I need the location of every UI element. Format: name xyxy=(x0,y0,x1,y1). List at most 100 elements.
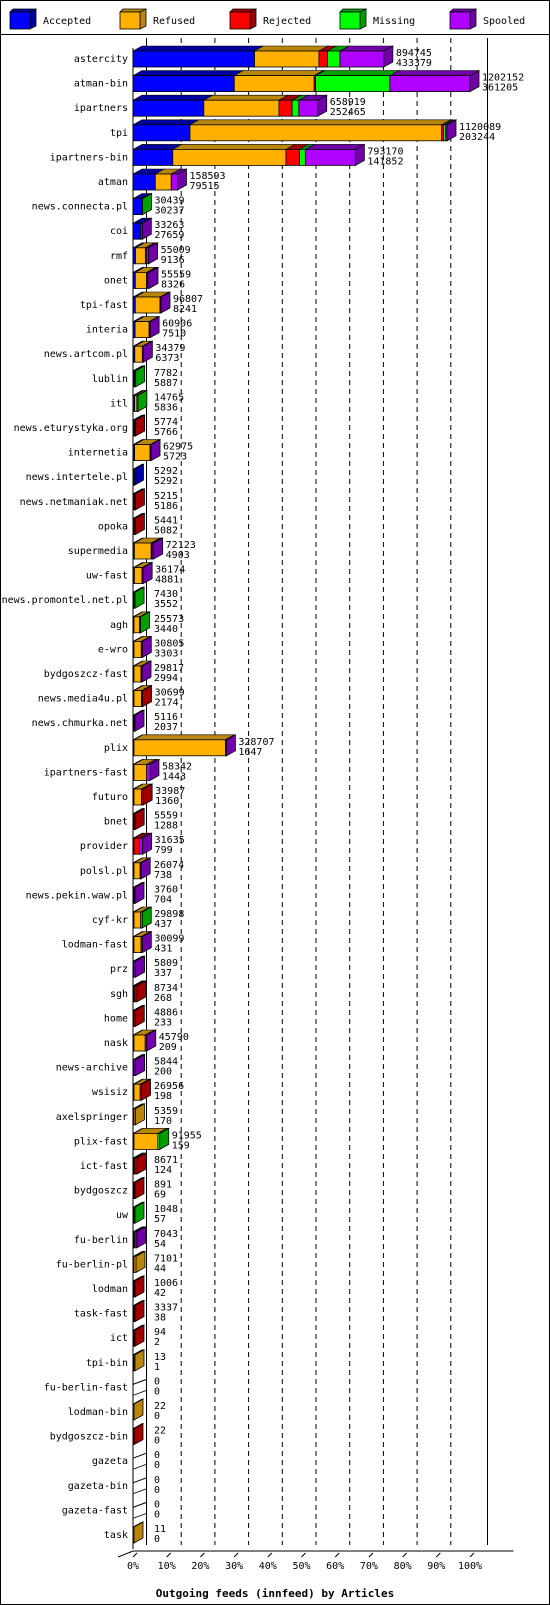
bar-segment-refused xyxy=(134,345,143,363)
category-label: news.promontel.net.pl xyxy=(2,595,128,606)
bar-group: ict942 xyxy=(110,1324,166,1348)
bar-segment-top xyxy=(131,70,245,76)
value-accepted: 42 xyxy=(154,1288,166,1299)
bar-segment-refused xyxy=(133,665,142,683)
value-accepted: 4881 xyxy=(155,575,179,586)
x-axis-corner xyxy=(117,1550,134,1558)
bar-group: news-archive5844200 xyxy=(56,1053,178,1078)
x-tick-label: 90% xyxy=(427,1561,445,1572)
value-accepted: 200 xyxy=(154,1067,172,1078)
bar-segment-top xyxy=(233,70,325,76)
value-accepted: 431 xyxy=(154,944,172,955)
bar-segment-refused xyxy=(133,1034,146,1052)
x-tick xyxy=(469,1552,475,1558)
value-accepted: 2037 xyxy=(154,722,178,733)
value-accepted: 0 xyxy=(154,1436,160,1447)
bar-group: lublin77825887 xyxy=(92,365,178,389)
category-label: news-archive xyxy=(56,1063,128,1074)
bar-segment-top xyxy=(188,119,452,126)
value-accepted: 5766 xyxy=(154,427,178,438)
value-accepted: 8326 xyxy=(161,279,185,290)
bar-segment-top xyxy=(304,144,366,150)
legend-label: Spooled xyxy=(483,16,525,27)
value-accepted: 198 xyxy=(154,1091,172,1102)
x-axis: 0% 10% 20% 30% 40% 50% 60% 70% 80% 90% 100% xyxy=(117,1550,514,1572)
x-tick-label: 10% xyxy=(158,1561,176,1572)
bar-segment-top xyxy=(131,94,214,101)
bar-segment-top xyxy=(253,45,330,52)
legend-label: Accepted xyxy=(43,16,91,27)
bar-segment-refused xyxy=(134,321,150,339)
category-label: wsisiz xyxy=(92,1087,128,1098)
bar-segment-accepted xyxy=(132,75,235,92)
bar-group: gazeta00 xyxy=(92,1450,160,1471)
value-accepted: 0 xyxy=(154,1386,160,1397)
category-label: news.intertele.pl xyxy=(26,472,128,483)
value-accepted: 27659 xyxy=(154,230,184,241)
category-label: e-wro xyxy=(98,644,128,655)
category-label: bydgoszcz-fast xyxy=(44,669,128,680)
bar-group: atman-bin1202152361205 xyxy=(74,69,524,94)
value-accepted: 0 xyxy=(154,1534,160,1545)
x-tick-label: 0% xyxy=(127,1561,139,1572)
grid xyxy=(132,38,488,1549)
bar-segment-rejected xyxy=(318,50,328,68)
value-accepted: 57 xyxy=(154,1214,166,1225)
bars: astercity894745433379atman-bin1202152361… xyxy=(2,45,524,1545)
bar-group: plix-fast91955159 xyxy=(74,1127,202,1151)
category-label: task-fast xyxy=(74,1309,128,1320)
bar-group: tpi-fast968078241 xyxy=(80,291,203,315)
value-accepted: 203244 xyxy=(459,132,495,143)
category-label: nask xyxy=(104,1038,128,1049)
value-accepted: 1443 xyxy=(162,771,186,782)
bar-group: interia609067510 xyxy=(86,315,192,340)
bar-group: ict-fast8671124 xyxy=(80,1152,178,1176)
bar-segment-missing xyxy=(315,75,391,92)
category-label: news.netmaniak.net xyxy=(20,497,128,508)
value-accepted: 5292 xyxy=(154,476,178,487)
value-accepted: 233 xyxy=(154,1017,172,1028)
bar-segment-spooled xyxy=(304,148,356,166)
bar-segment-refused xyxy=(133,911,142,929)
bar-segment-top xyxy=(131,119,201,126)
bar-group: axelspringer5359170 xyxy=(56,1103,178,1127)
bar-segment-missing xyxy=(326,50,341,68)
category-label: lodman-bin xyxy=(68,1407,128,1418)
category-label: sgh xyxy=(110,989,128,1000)
x-tick-label: 50% xyxy=(292,1561,310,1572)
value-accepted: 2 xyxy=(154,1337,160,1348)
bar-group: ipartners-fast583421443 xyxy=(44,758,192,782)
value-accepted: 5836 xyxy=(154,402,178,413)
legend-item-refused: Refused xyxy=(119,8,195,30)
category-label: ict-fast xyxy=(80,1161,128,1172)
category-label: onet xyxy=(104,275,128,286)
bar-group: news.chmurka.net51162037 xyxy=(32,709,178,733)
bar-segment-accepted xyxy=(132,198,142,216)
bar-group: news.intertele.pl52925292 xyxy=(26,463,178,487)
x-tick-label: 80% xyxy=(394,1561,412,1572)
empty-bar xyxy=(132,1488,147,1495)
bar-segment-refused xyxy=(189,124,443,142)
bar-group: lodman-bin220 xyxy=(68,1398,166,1422)
bar-segment-refused xyxy=(133,862,141,880)
bar-group: nask45790209 xyxy=(104,1029,189,1053)
value-accepted: 5723 xyxy=(163,452,187,463)
legend-label: Refused xyxy=(153,16,195,27)
bar-segment-refused xyxy=(133,739,226,757)
value-accepted: 5186 xyxy=(154,501,178,512)
category-label: ipartners-bin xyxy=(50,152,128,163)
legend-swatch xyxy=(229,11,251,30)
bar-group: news.eturystyka.org57745766 xyxy=(14,414,178,438)
bar-segment-refused xyxy=(254,50,320,68)
empty-bar-top xyxy=(132,1452,147,1459)
bar-group: fu-berlin-pl710144 xyxy=(56,1250,178,1274)
bar-segment-accepted xyxy=(132,222,142,240)
legend-swatch xyxy=(119,11,141,30)
empty-bar xyxy=(132,1463,147,1470)
value-accepted: 8241 xyxy=(173,304,197,315)
value-accepted: 9136 xyxy=(161,255,185,266)
bar-group: bydgoszcz-bin220 xyxy=(50,1422,166,1447)
bar-segment-spooled xyxy=(146,764,151,781)
bar-group: cyf-kr29898437 xyxy=(92,906,184,930)
value-accepted: 0 xyxy=(154,1460,160,1471)
